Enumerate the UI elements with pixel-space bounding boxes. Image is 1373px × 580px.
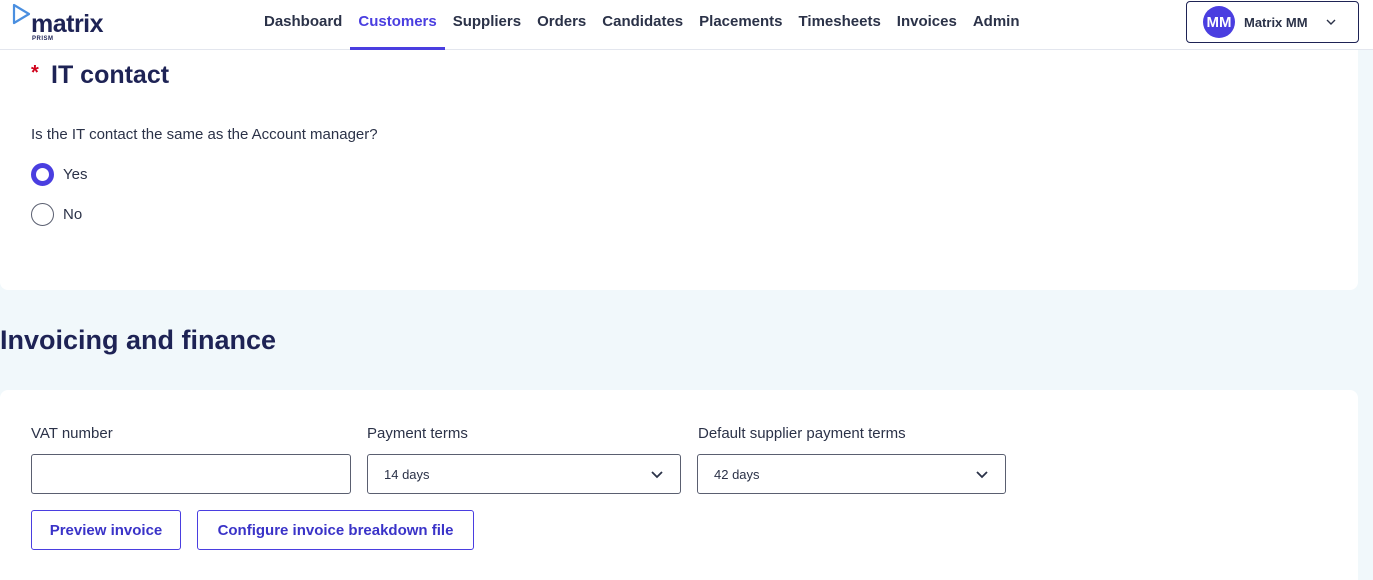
radio-label-yes: Yes xyxy=(63,166,88,183)
radio-button-yes[interactable] xyxy=(31,163,54,186)
supplier-payment-terms-select[interactable]: 42 days xyxy=(697,454,1006,494)
chevron-down-icon xyxy=(1325,18,1337,26)
radio-option-no[interactable]: No xyxy=(31,203,82,226)
matrix-logo[interactable]: matrix PRISM xyxy=(12,3,122,45)
nav-item-suppliers[interactable]: Suppliers xyxy=(445,0,529,50)
radio-button-no[interactable] xyxy=(31,203,54,226)
invoicing-section-title: Invoicing and finance xyxy=(0,325,277,355)
supplier-payment-terms-label: Default supplier payment terms xyxy=(698,425,906,442)
nav-item-invoices[interactable]: Invoices xyxy=(889,0,965,50)
logo-play-icon xyxy=(12,3,31,25)
nav-item-candidates[interactable]: Candidates xyxy=(594,0,691,50)
main-nav: Dashboard Customers Suppliers Orders Can… xyxy=(256,0,1028,50)
user-menu-button[interactable]: MM Matrix MM xyxy=(1186,1,1359,43)
chevron-down-icon xyxy=(650,470,664,479)
it-contact-question: Is the IT contact the same as the Accoun… xyxy=(31,126,378,143)
vat-number-input[interactable] xyxy=(31,454,351,494)
top-navigation-bar: matrix PRISM Dashboard Customers Supplie… xyxy=(0,0,1373,50)
avatar: MM xyxy=(1203,6,1235,38)
payment-terms-select[interactable]: 14 days xyxy=(367,454,681,494)
nav-item-timesheets[interactable]: Timesheets xyxy=(791,0,889,50)
required-marker: * xyxy=(31,62,39,84)
logo-subtext: PRISM xyxy=(32,36,54,42)
configure-invoice-breakdown-button[interactable]: Configure invoice breakdown file xyxy=(197,510,474,550)
user-name: Matrix MM xyxy=(1244,14,1308,30)
nav-item-dashboard[interactable]: Dashboard xyxy=(256,0,350,50)
logo-wordmark: matrix xyxy=(31,10,104,38)
it-contact-card xyxy=(0,50,1358,290)
payment-terms-value: 14 days xyxy=(384,466,430,482)
vat-number-label: VAT number xyxy=(31,425,113,442)
chevron-down-icon xyxy=(975,470,989,479)
nav-item-admin[interactable]: Admin xyxy=(965,0,1028,50)
radio-label-no: No xyxy=(63,206,83,223)
it-contact-title: IT contact xyxy=(51,61,170,89)
supplier-payment-terms-value: 42 days xyxy=(714,466,760,482)
preview-invoice-button[interactable]: Preview invoice xyxy=(31,510,181,550)
payment-terms-label: Payment terms xyxy=(367,425,468,442)
nav-item-customers[interactable]: Customers xyxy=(350,0,446,50)
nav-item-placements[interactable]: Placements xyxy=(691,0,790,50)
radio-option-yes[interactable]: Yes xyxy=(31,163,87,186)
nav-item-orders[interactable]: Orders xyxy=(529,0,594,50)
